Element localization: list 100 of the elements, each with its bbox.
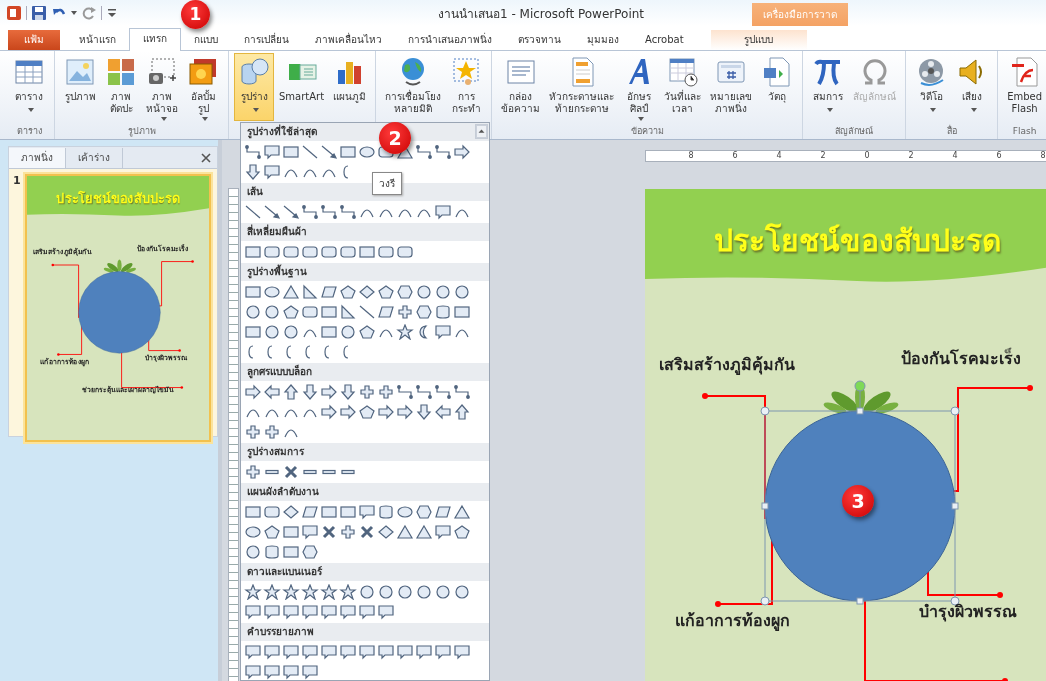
right-arrow-icon[interactable] xyxy=(320,384,338,400)
callout-icon[interactable] xyxy=(415,644,433,660)
callout-icon[interactable] xyxy=(282,664,300,680)
callout-icon[interactable] xyxy=(263,164,281,180)
elbow-connector-icon[interactable] xyxy=(244,144,262,160)
right-arrow-icon[interactable] xyxy=(339,404,357,420)
embed-flash-button[interactable]: Embed Flash xyxy=(1003,53,1046,121)
down-arrow-icon[interactable] xyxy=(415,404,433,420)
ribbon-tab[interactable]: Acrobat xyxy=(632,30,697,50)
rounded-rectangle-icon[interactable] xyxy=(396,244,414,260)
right-arrow-icon[interactable] xyxy=(396,404,414,420)
rectangle-icon[interactable] xyxy=(244,284,262,300)
callout-icon[interactable] xyxy=(320,644,338,660)
hexagon-icon[interactable] xyxy=(415,504,433,520)
rectangle-icon[interactable] xyxy=(282,524,300,540)
up-arrow-icon[interactable] xyxy=(453,404,471,420)
callout-icon[interactable] xyxy=(377,604,395,620)
pentagon-icon[interactable] xyxy=(377,284,395,300)
callout-icon[interactable] xyxy=(282,604,300,620)
audio-button[interactable]: เสียง xyxy=(952,53,993,121)
photo-album-button[interactable]: อัลบั้ม รูป xyxy=(183,53,223,121)
pentagon-icon[interactable] xyxy=(358,324,376,340)
circle-icon[interactable] xyxy=(244,544,262,560)
shapes-button[interactable]: รูปร่าง xyxy=(234,53,274,121)
oval-icon[interactable] xyxy=(244,524,262,540)
rectangle-icon[interactable] xyxy=(453,304,471,320)
star-icon[interactable] xyxy=(301,584,319,600)
triangle-icon[interactable] xyxy=(396,524,414,540)
callout-icon[interactable] xyxy=(434,204,452,220)
smartart-button[interactable]: SmartArt xyxy=(275,53,329,121)
star-icon[interactable] xyxy=(339,584,357,600)
circle-icon[interactable] xyxy=(339,324,357,340)
right-arrow-icon[interactable] xyxy=(377,404,395,420)
plus-icon[interactable] xyxy=(263,424,281,440)
equation-button[interactable]: สมการ xyxy=(808,53,849,121)
rounded-rectangle-icon[interactable] xyxy=(301,244,319,260)
callout-icon[interactable] xyxy=(301,664,319,680)
callout-icon[interactable] xyxy=(358,504,376,520)
callout-icon[interactable] xyxy=(263,644,281,660)
elbow-connector-icon[interactable] xyxy=(434,384,452,400)
line-icon[interactable] xyxy=(301,144,319,160)
ribbon-tab[interactable]: มุมมอง xyxy=(574,30,632,50)
oval-icon[interactable] xyxy=(263,284,281,300)
ribbon-tab[interactable]: ตรวจทาน xyxy=(505,30,574,50)
elbow-connector-icon[interactable] xyxy=(301,204,319,220)
parallelogram-icon[interactable] xyxy=(377,304,395,320)
pentagon-icon[interactable] xyxy=(282,304,300,320)
cylinder-icon[interactable] xyxy=(263,544,281,560)
line-icon[interactable] xyxy=(244,204,262,220)
ribbon-tab[interactable]: หน้าแรก xyxy=(66,30,129,50)
redo-icon[interactable] xyxy=(81,5,97,21)
table-button[interactable]: ตาราง xyxy=(9,53,49,121)
elbow-connector-icon[interactable] xyxy=(453,384,471,400)
hexagon-icon[interactable] xyxy=(415,304,433,320)
ribbon-tab[interactable]: รูปแบบ xyxy=(710,30,807,50)
rectangle-icon[interactable] xyxy=(282,144,300,160)
diamond-icon[interactable] xyxy=(358,284,376,300)
callout-icon[interactable] xyxy=(434,644,452,660)
callout-icon[interactable] xyxy=(244,604,262,620)
rectangle-icon[interactable] xyxy=(358,244,376,260)
right-arrow-icon[interactable] xyxy=(320,404,338,420)
left-arrow-icon[interactable] xyxy=(434,404,452,420)
elbow-connector-icon[interactable] xyxy=(339,204,357,220)
rectangle-icon[interactable] xyxy=(320,304,338,320)
ribbon-tab[interactable]: การนำเสนอภาพนิ่ง xyxy=(395,30,505,50)
circle-shape[interactable] xyxy=(78,271,161,354)
right-triangle-icon[interactable] xyxy=(301,284,319,300)
plus-icon[interactable] xyxy=(244,424,262,440)
pane-tab[interactable]: ภาพนิ่ง xyxy=(9,147,66,168)
elbow-connector-icon[interactable] xyxy=(396,384,414,400)
up-arrow-icon[interactable] xyxy=(282,384,300,400)
triangle-icon[interactable] xyxy=(453,504,471,520)
callout-icon[interactable] xyxy=(358,604,376,620)
rounded-rectangle-icon[interactable] xyxy=(263,244,281,260)
triangle-icon[interactable] xyxy=(415,524,433,540)
left-arrow-icon[interactable] xyxy=(263,384,281,400)
down-arrow-icon[interactable] xyxy=(339,384,357,400)
callout-icon[interactable] xyxy=(434,324,452,340)
hexagon-icon[interactable] xyxy=(396,284,414,300)
parallelogram-icon[interactable] xyxy=(320,284,338,300)
clip-art-button[interactable]: ภาพ ตัดปะ xyxy=(101,53,141,121)
callout-icon[interactable] xyxy=(301,524,319,540)
picture-button[interactable]: รูปภาพ xyxy=(60,53,100,121)
oval-icon[interactable] xyxy=(358,144,376,160)
elbow-connector-icon[interactable] xyxy=(415,144,433,160)
rounded-rectangle-icon[interactable] xyxy=(339,244,357,260)
rounded-rectangle-icon[interactable] xyxy=(263,504,281,520)
screenshot-button[interactable]: ภาพ หน้าจอ xyxy=(142,53,182,121)
oval-icon[interactable] xyxy=(396,504,414,520)
arrow-icon[interactable] xyxy=(282,204,300,220)
pentagon-icon[interactable] xyxy=(358,404,376,420)
multiply-icon[interactable] xyxy=(358,524,376,540)
arrow-icon[interactable] xyxy=(263,204,281,220)
callout-icon[interactable] xyxy=(320,604,338,620)
parallelogram-icon[interactable] xyxy=(434,504,452,520)
down-arrow-icon[interactable] xyxy=(301,384,319,400)
rounded-rectangle-icon[interactable] xyxy=(282,244,300,260)
elbow-connector-icon[interactable] xyxy=(434,144,452,160)
hyperlink-button[interactable]: การเชื่อมโยง หลายมิติ xyxy=(381,53,446,121)
ribbon-tab[interactable]: กแบบ xyxy=(181,30,231,50)
